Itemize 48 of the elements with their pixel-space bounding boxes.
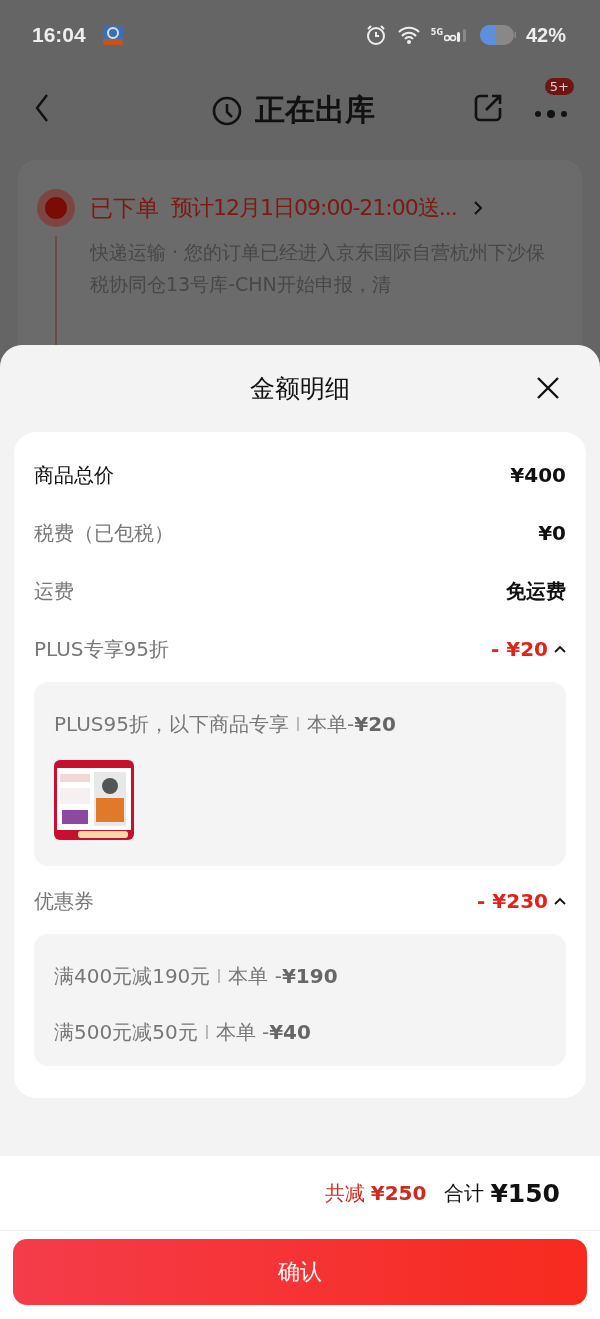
back-button[interactable] xyxy=(34,93,50,123)
discount-rule: 满500元减50元 xyxy=(54,1018,198,1046)
divider-mark xyxy=(205,1025,208,1039)
more-icon xyxy=(534,109,568,119)
divider-mark xyxy=(297,717,299,731)
divider-mark xyxy=(218,969,221,983)
price-label: 运费 xyxy=(34,577,74,605)
discount-rule: 满400元减190元 xyxy=(54,962,211,990)
sheet-title: 金额明细 xyxy=(250,373,350,405)
clock-icon xyxy=(211,94,243,127)
discount-amount: 本单 -¥190 xyxy=(228,962,338,990)
close-button[interactable] xyxy=(536,376,560,400)
discount-amount: 本单-¥20 xyxy=(307,710,396,738)
order-status: 已下单 xyxy=(90,193,159,223)
discount-label: PLUS专享95折 xyxy=(34,635,169,663)
discount-amount: 本单 -¥40 xyxy=(215,1018,311,1046)
confirm-button[interactable]: 确认 xyxy=(13,1239,587,1305)
total-label: 合计 xyxy=(444,1179,485,1207)
price-value: ¥400 xyxy=(510,463,566,487)
wifi-icon xyxy=(396,25,421,45)
price-value: 免运费 xyxy=(506,577,566,605)
discount-label: 优惠券 xyxy=(34,887,94,915)
app-notification-icon xyxy=(101,24,124,46)
clock-time: 16:04 xyxy=(32,23,86,47)
notification-badge: 5+ xyxy=(544,78,574,95)
back-icon xyxy=(34,93,50,123)
discount-toggle[interactable]: - ¥20 xyxy=(491,637,566,661)
share-button[interactable] xyxy=(472,92,504,124)
share-icon xyxy=(472,92,504,124)
price-value: ¥0 xyxy=(538,521,566,545)
savings-amount: ¥250 xyxy=(370,1181,427,1205)
delivery-estimate: 预计12月1日09:00-21:00送... xyxy=(171,194,457,222)
alarm-icon xyxy=(364,24,387,46)
battery-icon xyxy=(479,25,516,45)
caret-up-icon xyxy=(554,897,566,905)
caret-up-icon xyxy=(554,645,566,653)
discount-rule: PLUS95折，以下商品专享 xyxy=(54,710,289,738)
network-type: 5G xyxy=(430,28,443,37)
discount-toggle[interactable]: - ¥230 xyxy=(477,889,566,913)
close-icon xyxy=(536,376,560,400)
total-amount: ¥150 xyxy=(490,1178,560,1208)
battery-percent: 42% xyxy=(525,23,566,47)
price-label: 商品总价 xyxy=(34,461,114,489)
status-dot-icon xyxy=(36,188,76,228)
savings-label: 共减 xyxy=(324,1179,365,1207)
price-label: 税费（已包税） xyxy=(34,519,174,547)
page-title: 正在出库 xyxy=(255,91,375,129)
chevron-right-icon xyxy=(472,200,483,216)
